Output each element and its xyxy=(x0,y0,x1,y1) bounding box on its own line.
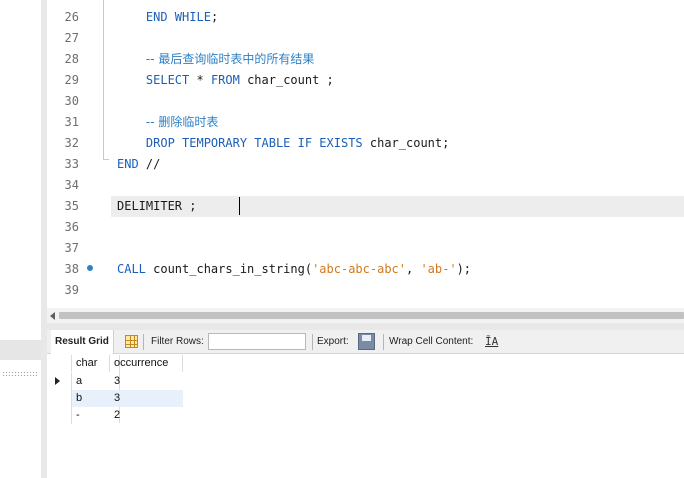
line-number: 33 xyxy=(64,157,79,171)
code-text: DELIMITER ; xyxy=(117,196,196,217)
code-text: DROP TEMPORARY TABLE IF EXISTS char_coun… xyxy=(117,133,449,154)
filter-rows-input[interactable] xyxy=(208,333,306,350)
sql-comment: -- 删除临时表 xyxy=(145,115,219,129)
code-line[interactable]: 38 CALL count_chars_in_string('abc-abc-ab… xyxy=(47,259,684,280)
row-pointer-icon xyxy=(55,377,60,385)
code-line[interactable]: 27 xyxy=(47,28,684,49)
code-text: -- 最后查询临时表中的所有结果 xyxy=(117,49,314,70)
splitter-grip[interactable] xyxy=(2,371,39,377)
code-line[interactable]: 26 END WHILE; xyxy=(47,7,684,28)
sql-editor[interactable]: 26 END WHILE; 27 28 -- 最后查询临时表中的所有结果 29 SEL… xyxy=(47,0,684,308)
cell-occurrence[interactable]: 3 xyxy=(110,390,183,407)
line-number: 35 xyxy=(64,199,79,213)
code-token: // xyxy=(138,157,161,171)
row-header[interactable] xyxy=(47,373,72,390)
code-line[interactable]: 39 xyxy=(47,280,684,301)
toolbar-divider xyxy=(312,334,313,350)
code-line[interactable]: 34 xyxy=(47,175,684,196)
code-line[interactable]: 28 -- 最后查询临时表中的所有结果 xyxy=(47,49,684,70)
line-number: 30 xyxy=(64,94,79,108)
code-token: char_count; xyxy=(362,136,450,150)
text-caret xyxy=(239,197,240,215)
code-line[interactable]: 37 xyxy=(47,238,684,259)
code-line[interactable]: 33 END // xyxy=(47,154,684,175)
code-token: * xyxy=(189,73,211,87)
export-label: Export: xyxy=(317,336,349,347)
code-token: char_count ; xyxy=(239,73,334,87)
code-text: CALL count_chars_in_string('abc-abc-abc'… xyxy=(117,259,471,280)
cell-occurrence[interactable]: 2 xyxy=(110,407,183,424)
previous-pane-band xyxy=(0,340,41,360)
code-token: , xyxy=(406,262,421,276)
cell-char[interactable]: - xyxy=(72,407,110,424)
sql-string: 'ab-' xyxy=(420,262,457,276)
grid-corner xyxy=(47,355,72,372)
code-line[interactable]: 32 DROP TEMPORARY TABLE IF EXISTS char_c… xyxy=(47,133,684,154)
row-header[interactable] xyxy=(47,407,72,424)
cell-char[interactable]: a xyxy=(72,373,110,390)
code-text: -- 删除临时表 xyxy=(117,112,218,133)
sql-string: 'abc-abc-abc' xyxy=(312,262,406,276)
column-header-char[interactable]: char xyxy=(72,355,110,372)
sql-keyword: DROP TEMPORARY TABLE IF EXISTS xyxy=(145,136,363,150)
sql-keyword: END xyxy=(117,157,139,171)
code-token: ; xyxy=(210,10,219,24)
line-number: 38 xyxy=(64,262,79,276)
code-line[interactable]: 30 xyxy=(47,91,684,112)
breakpoint-dot-icon[interactable] xyxy=(87,265,93,271)
grid-header-row: char occurrence xyxy=(47,355,183,372)
table-row[interactable]: a3 xyxy=(47,373,183,390)
line-number: 29 xyxy=(64,73,79,87)
code-line[interactable]: 35 DELIMITER ; xyxy=(47,196,684,217)
code-text: SELECT * FROM char_count ; xyxy=(117,70,334,91)
export-icon[interactable] xyxy=(358,333,375,350)
table-row[interactable]: b3 xyxy=(47,390,183,407)
sql-comment: -- 最后查询临时表中的所有结果 xyxy=(145,52,315,66)
code-line[interactable]: 36 xyxy=(47,217,684,238)
sql-keyword: END WHILE xyxy=(145,10,211,24)
line-number: 27 xyxy=(64,31,79,45)
column-header-occurrence[interactable]: occurrence xyxy=(110,355,183,372)
line-number: 26 xyxy=(64,10,79,24)
toolbar-divider xyxy=(383,334,384,350)
toolbar-divider xyxy=(143,334,144,350)
cell-char[interactable]: b xyxy=(72,390,110,407)
line-number: 32 xyxy=(64,136,79,150)
line-number: 31 xyxy=(64,115,79,129)
scrollbar-thumb[interactable] xyxy=(59,312,684,319)
line-number: 28 xyxy=(64,52,79,66)
code-token: ); xyxy=(456,262,472,276)
result-toolbar: Result Grid Filter Rows: Export: Wrap Ce… xyxy=(47,330,684,354)
line-number: 36 xyxy=(64,220,79,234)
sql-keyword: SELECT xyxy=(145,73,190,87)
line-number: 37 xyxy=(64,241,79,255)
line-number: 39 xyxy=(64,283,79,297)
code-line[interactable]: 31 -- 删除临时表 xyxy=(47,112,684,133)
line-number: 34 xyxy=(64,178,79,192)
code-line[interactable]: 29 SELECT * FROM char_count ; xyxy=(47,70,684,91)
tab-result-grid[interactable]: Result Grid xyxy=(51,330,114,354)
code-token: DELIMITER ; xyxy=(117,199,197,213)
code-text: END // xyxy=(117,154,160,175)
panel-splitter[interactable] xyxy=(47,323,684,330)
wrap-cell-content-label: Wrap Cell Content: xyxy=(389,336,474,347)
table-row[interactable]: -2 xyxy=(47,407,183,424)
code-token: count_chars_in_string( xyxy=(145,262,313,276)
row-header[interactable] xyxy=(47,390,72,407)
sql-keyword: CALL xyxy=(117,262,146,276)
code-text: END WHILE; xyxy=(117,7,218,28)
previous-pane xyxy=(0,0,41,478)
grid-icon[interactable] xyxy=(125,335,138,348)
filter-rows-label: Filter Rows: xyxy=(151,336,204,347)
cell-occurrence[interactable]: 3 xyxy=(110,373,183,390)
horizontal-scrollbar[interactable] xyxy=(47,308,684,323)
sql-keyword: FROM xyxy=(210,73,240,87)
wrap-cell-icon[interactable]: ĪA xyxy=(485,336,498,348)
scroll-left-arrow-icon[interactable] xyxy=(50,312,55,320)
